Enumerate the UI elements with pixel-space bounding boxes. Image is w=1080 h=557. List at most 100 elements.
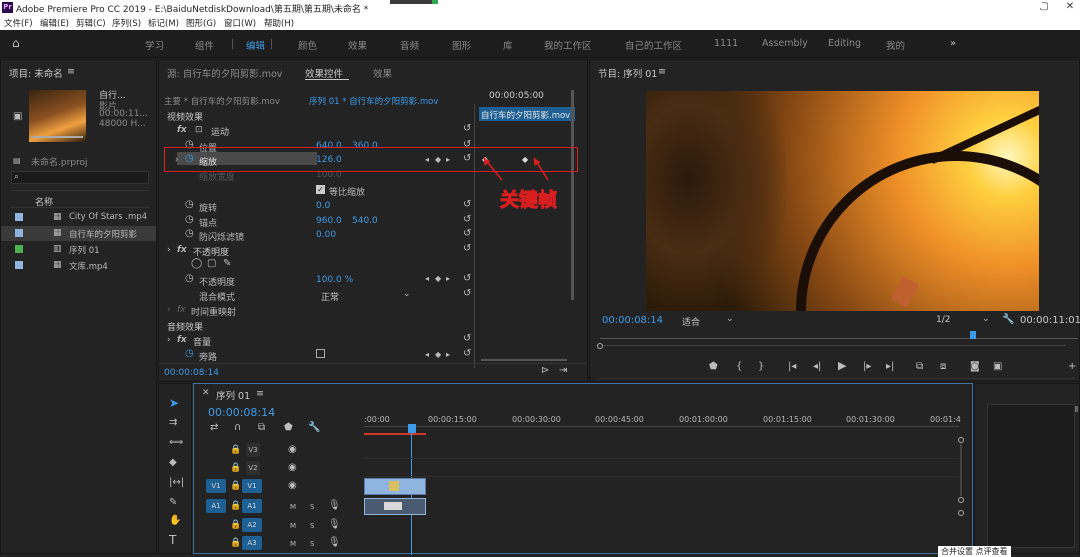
workspace-editing-en[interactable]: Editing xyxy=(828,38,861,49)
blend-mode-dropdown[interactable]: 正常 xyxy=(321,290,339,303)
microphone-icon[interactable]: 🎙 xyxy=(328,520,341,530)
play-icon[interactable]: ▶ xyxy=(838,360,846,371)
selection-tool-icon[interactable]: ➤ xyxy=(169,397,179,409)
rect-mask-icon[interactable]: ▢ xyxy=(207,259,216,269)
track-target-toggle[interactable]: V2 xyxy=(246,461,260,475)
list-item[interactable]: ▦ 自行车的夕阳剪影 xyxy=(1,226,156,241)
source-patch-v1[interactable]: V1 xyxy=(206,479,226,493)
workspace-editing[interactable]: 编辑 xyxy=(246,38,265,52)
tab-effects[interactable]: 效果 xyxy=(373,66,392,80)
home-icon[interactable]: ⌂ xyxy=(12,37,20,49)
lock-icon[interactable]: 🔒 xyxy=(230,445,241,455)
reset-icon[interactable]: ↺ xyxy=(463,274,471,284)
prev-keyframe-icon[interactable]: ◂ xyxy=(425,350,429,360)
overwrite-icon[interactable]: ⧈ xyxy=(940,362,946,372)
lock-icon[interactable]: 🔒 xyxy=(230,538,241,548)
slip-tool-icon[interactable]: |↔| xyxy=(169,478,184,488)
zoom-scrollbar[interactable] xyxy=(481,359,567,361)
lock-icon[interactable]: 🔒 xyxy=(230,463,241,473)
track-target-toggle[interactable]: A2 xyxy=(242,518,262,532)
reset-icon[interactable]: ↺ xyxy=(463,334,471,344)
zoom-bar[interactable] xyxy=(604,345,1066,346)
more-workspaces-icon[interactable]: » xyxy=(950,39,956,49)
menu-window[interactable]: 窗口(W) xyxy=(224,17,256,29)
volume-label[interactable]: 音量 xyxy=(193,335,211,348)
scroll-handle[interactable] xyxy=(597,343,603,349)
panel-menu-icon[interactable]: ≡ xyxy=(658,66,666,77)
workspace-effects[interactable]: 效果 xyxy=(348,38,367,52)
timeline-timecode[interactable]: 00:00:08:14 xyxy=(208,406,275,419)
reset-icon[interactable]: ↺ xyxy=(463,289,471,299)
stopwatch-icon[interactable]: ◷ xyxy=(185,215,194,225)
master-clip-label[interactable]: 主要 * 自行车的夕阳剪影.mov xyxy=(164,95,280,107)
effects-footer-timecode[interactable]: 00:00:08:14 xyxy=(164,368,219,378)
menu-help[interactable]: 帮助(H) xyxy=(264,17,294,29)
close-tab-icon[interactable]: ✕ xyxy=(202,388,210,398)
add-marker-icon[interactable]: ⬟ xyxy=(709,362,718,372)
chevron-down-icon[interactable]: ⌄ xyxy=(982,314,990,324)
track-target-toggle[interactable]: A3 xyxy=(242,536,262,550)
motion-label[interactable]: 运动 xyxy=(211,125,229,138)
list-item[interactable]: ▦ City Of Stars .mp4 xyxy=(1,210,156,225)
anchor-y-value[interactable]: 540.0 xyxy=(352,216,378,226)
reset-icon[interactable]: ↺ xyxy=(463,215,471,225)
track-target-toggle[interactable]: V1 xyxy=(242,479,262,493)
time-remap-label[interactable]: 时间重映射 xyxy=(191,305,236,318)
linked-selection-icon[interactable]: ⧉ xyxy=(258,423,265,433)
scrollbar[interactable] xyxy=(571,90,574,300)
workspace-assembly[interactable]: 组件 xyxy=(195,38,214,52)
insert-icon[interactable]: ⧉ xyxy=(916,362,923,372)
eye-icon[interactable]: ◉ xyxy=(288,481,297,491)
add-keyframe-icon[interactable]: ◆ xyxy=(435,350,441,360)
go-to-out-icon[interactable]: ▸| xyxy=(886,362,894,372)
playhead-handle[interactable] xyxy=(408,424,416,433)
add-keyframe-icon[interactable]: ◆ xyxy=(435,274,441,284)
reset-icon[interactable]: ↺ xyxy=(463,244,471,254)
reset-icon[interactable]: ↺ xyxy=(463,200,471,210)
pen-mask-icon[interactable]: ✎ xyxy=(223,259,231,269)
uniform-scale-checkbox[interactable]: ✓ xyxy=(316,185,325,194)
tab-source[interactable]: 源: 自行车的夕阳剪影.mov xyxy=(167,66,282,80)
pen-tool-icon[interactable]: ✎ xyxy=(169,498,177,508)
next-keyframe-icon[interactable]: ▸ xyxy=(446,274,450,284)
compare-icon[interactable]: ▣ xyxy=(993,362,1002,372)
microphone-icon[interactable]: 🎙 xyxy=(328,501,341,511)
panel-menu-icon[interactable]: ≡ xyxy=(67,66,75,77)
reset-icon[interactable]: ↺ xyxy=(463,124,471,134)
work-area-bar[interactable] xyxy=(364,433,426,435)
snap-icon[interactable]: ∩ xyxy=(234,423,241,433)
add-button-icon[interactable]: + xyxy=(1068,362,1076,372)
close-window-button[interactable]: ✕ xyxy=(1058,1,1080,15)
workspace-graphics[interactable]: 图形 xyxy=(452,38,471,52)
fx-icon[interactable]: fx xyxy=(177,245,187,255)
add-marker-icon[interactable]: ⬟ xyxy=(284,423,293,433)
export-icon[interactable]: ⇥ xyxy=(559,366,567,376)
menu-edit[interactable]: 编辑(E) xyxy=(40,17,69,29)
razor-tool-icon[interactable]: ◆ xyxy=(169,458,177,468)
go-to-in-icon[interactable]: |◂ xyxy=(788,362,796,372)
export-frame-icon[interactable]: ◙ xyxy=(970,362,980,372)
chevron-down-icon[interactable]: ⌄ xyxy=(726,314,734,324)
fit-dropdown[interactable]: 适合 xyxy=(682,315,700,328)
menu-marker[interactable]: 标记(M) xyxy=(148,17,179,29)
menu-clip[interactable]: 剪辑(C) xyxy=(76,17,106,29)
panel-menu-icon[interactable]: ≡ xyxy=(256,388,264,399)
menu-graphics[interactable]: 图形(G) xyxy=(186,17,216,29)
scroll-handle[interactable] xyxy=(1075,406,1078,412)
workspace-color[interactable]: 颜色 xyxy=(298,38,317,52)
workspace-assembly-en[interactable]: Assembly xyxy=(762,38,808,49)
nest-icon[interactable]: ⇄ xyxy=(210,423,218,433)
eye-icon[interactable]: ◉ xyxy=(288,445,297,455)
program-scrub-bar[interactable] xyxy=(600,338,1078,339)
anchor-x-value[interactable]: 960.0 xyxy=(316,216,342,226)
opacity-value[interactable]: 100.0 % xyxy=(316,275,353,285)
hand-tool-icon[interactable]: ✋ xyxy=(169,516,181,526)
bypass-checkbox[interactable] xyxy=(316,349,325,358)
expand-arrow-icon[interactable]: › xyxy=(167,245,171,255)
filter-icon[interactable]: ⊳ xyxy=(541,366,549,376)
fx-icon[interactable]: fx xyxy=(177,125,187,135)
ripple-edit-tool-icon[interactable]: ⟺ xyxy=(169,438,183,448)
tab-effect-controls[interactable]: 效果控件 xyxy=(305,66,343,80)
mark-out-icon[interactable]: } xyxy=(758,362,764,372)
type-tool-icon[interactable]: T xyxy=(169,534,176,546)
